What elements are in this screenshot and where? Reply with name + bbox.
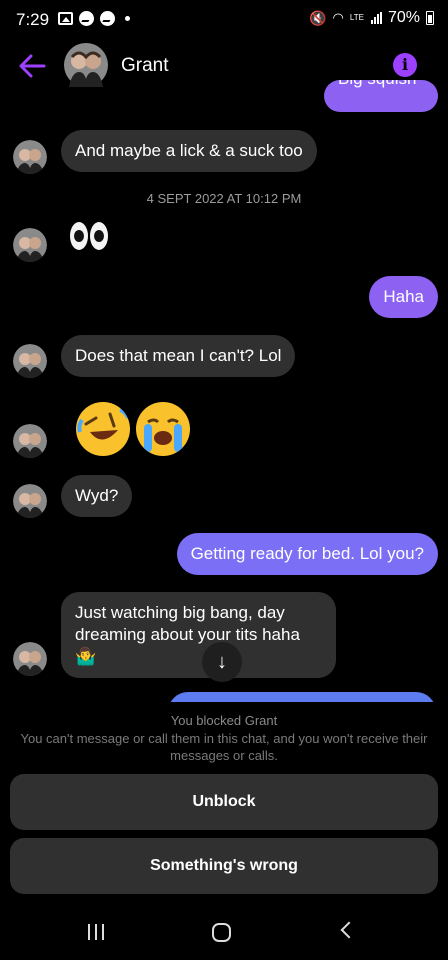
info-icon[interactable]: i (393, 53, 417, 77)
eyes-emoji[interactable] (70, 222, 108, 250)
message-timestamp: 4 SEPT 2022 AT 10:12 PM (146, 191, 302, 206)
arrow-down-icon: ↓ (217, 651, 227, 673)
outgoing-message[interactable]: Getting ready for bed. Lol you? (176, 533, 438, 575)
home-icon[interactable] (212, 923, 231, 942)
arrow-left-icon[interactable] (18, 53, 46, 79)
recent-apps-icon[interactable] (88, 924, 104, 940)
battery-icon (426, 11, 434, 25)
wifi-icon: ◠ (332, 10, 344, 25)
battery-percent: 70% (387, 9, 420, 26)
signal-icon (370, 12, 382, 24)
outgoing-message[interactable]: Haha (369, 276, 438, 318)
contact-avatar[interactable] (64, 43, 108, 87)
contact-avatar-small[interactable] (13, 228, 47, 262)
messenger-notification-icon-2 (100, 11, 115, 26)
contact-avatar-small[interactable] (13, 642, 47, 676)
mute-icon: 🔇 (309, 9, 327, 26)
blocked-panel: You blocked Grant You can't message or c… (0, 702, 448, 914)
contact-avatar-small[interactable] (13, 424, 47, 458)
rolling-on-floor-laughing-emoji[interactable] (76, 402, 130, 456)
contact-avatar-small[interactable] (13, 344, 47, 378)
incoming-message[interactable]: And maybe a lick & a suck too (61, 130, 317, 172)
incoming-message[interactable]: Wyd? (61, 475, 133, 517)
contact-avatar-small[interactable] (13, 484, 47, 518)
unblock-button[interactable]: Unblock (10, 774, 438, 830)
blocked-description: You can't message or call them in this c… (20, 731, 428, 763)
status-bar: 7:29 🔇 ◠ LTE 70% (0, 0, 448, 40)
scroll-to-bottom-button[interactable]: ↓ (202, 642, 242, 682)
gallery-notification-icon (58, 12, 73, 25)
system-navigation-bar (0, 914, 448, 960)
incoming-message[interactable]: Just watching big bang, day dreaming abo… (61, 592, 336, 678)
something-wrong-button[interactable]: Something's wrong (10, 838, 438, 894)
blocked-title: You blocked Grant (170, 713, 278, 728)
contact-avatar-small[interactable] (13, 140, 47, 174)
incoming-message[interactable]: Does that mean I can't? Lol (61, 335, 296, 377)
more-notifications-dot-icon (125, 16, 130, 21)
lte-icon: LTE (349, 13, 364, 22)
back-nav-icon[interactable] (340, 921, 358, 939)
loudly-crying-emoji[interactable] (136, 402, 190, 456)
outgoing-message-partial[interactable]: Big squish (324, 80, 438, 112)
status-time: 7:29 (16, 10, 50, 29)
messenger-notification-icon (79, 11, 94, 26)
contact-name[interactable]: Grant (121, 55, 169, 77)
